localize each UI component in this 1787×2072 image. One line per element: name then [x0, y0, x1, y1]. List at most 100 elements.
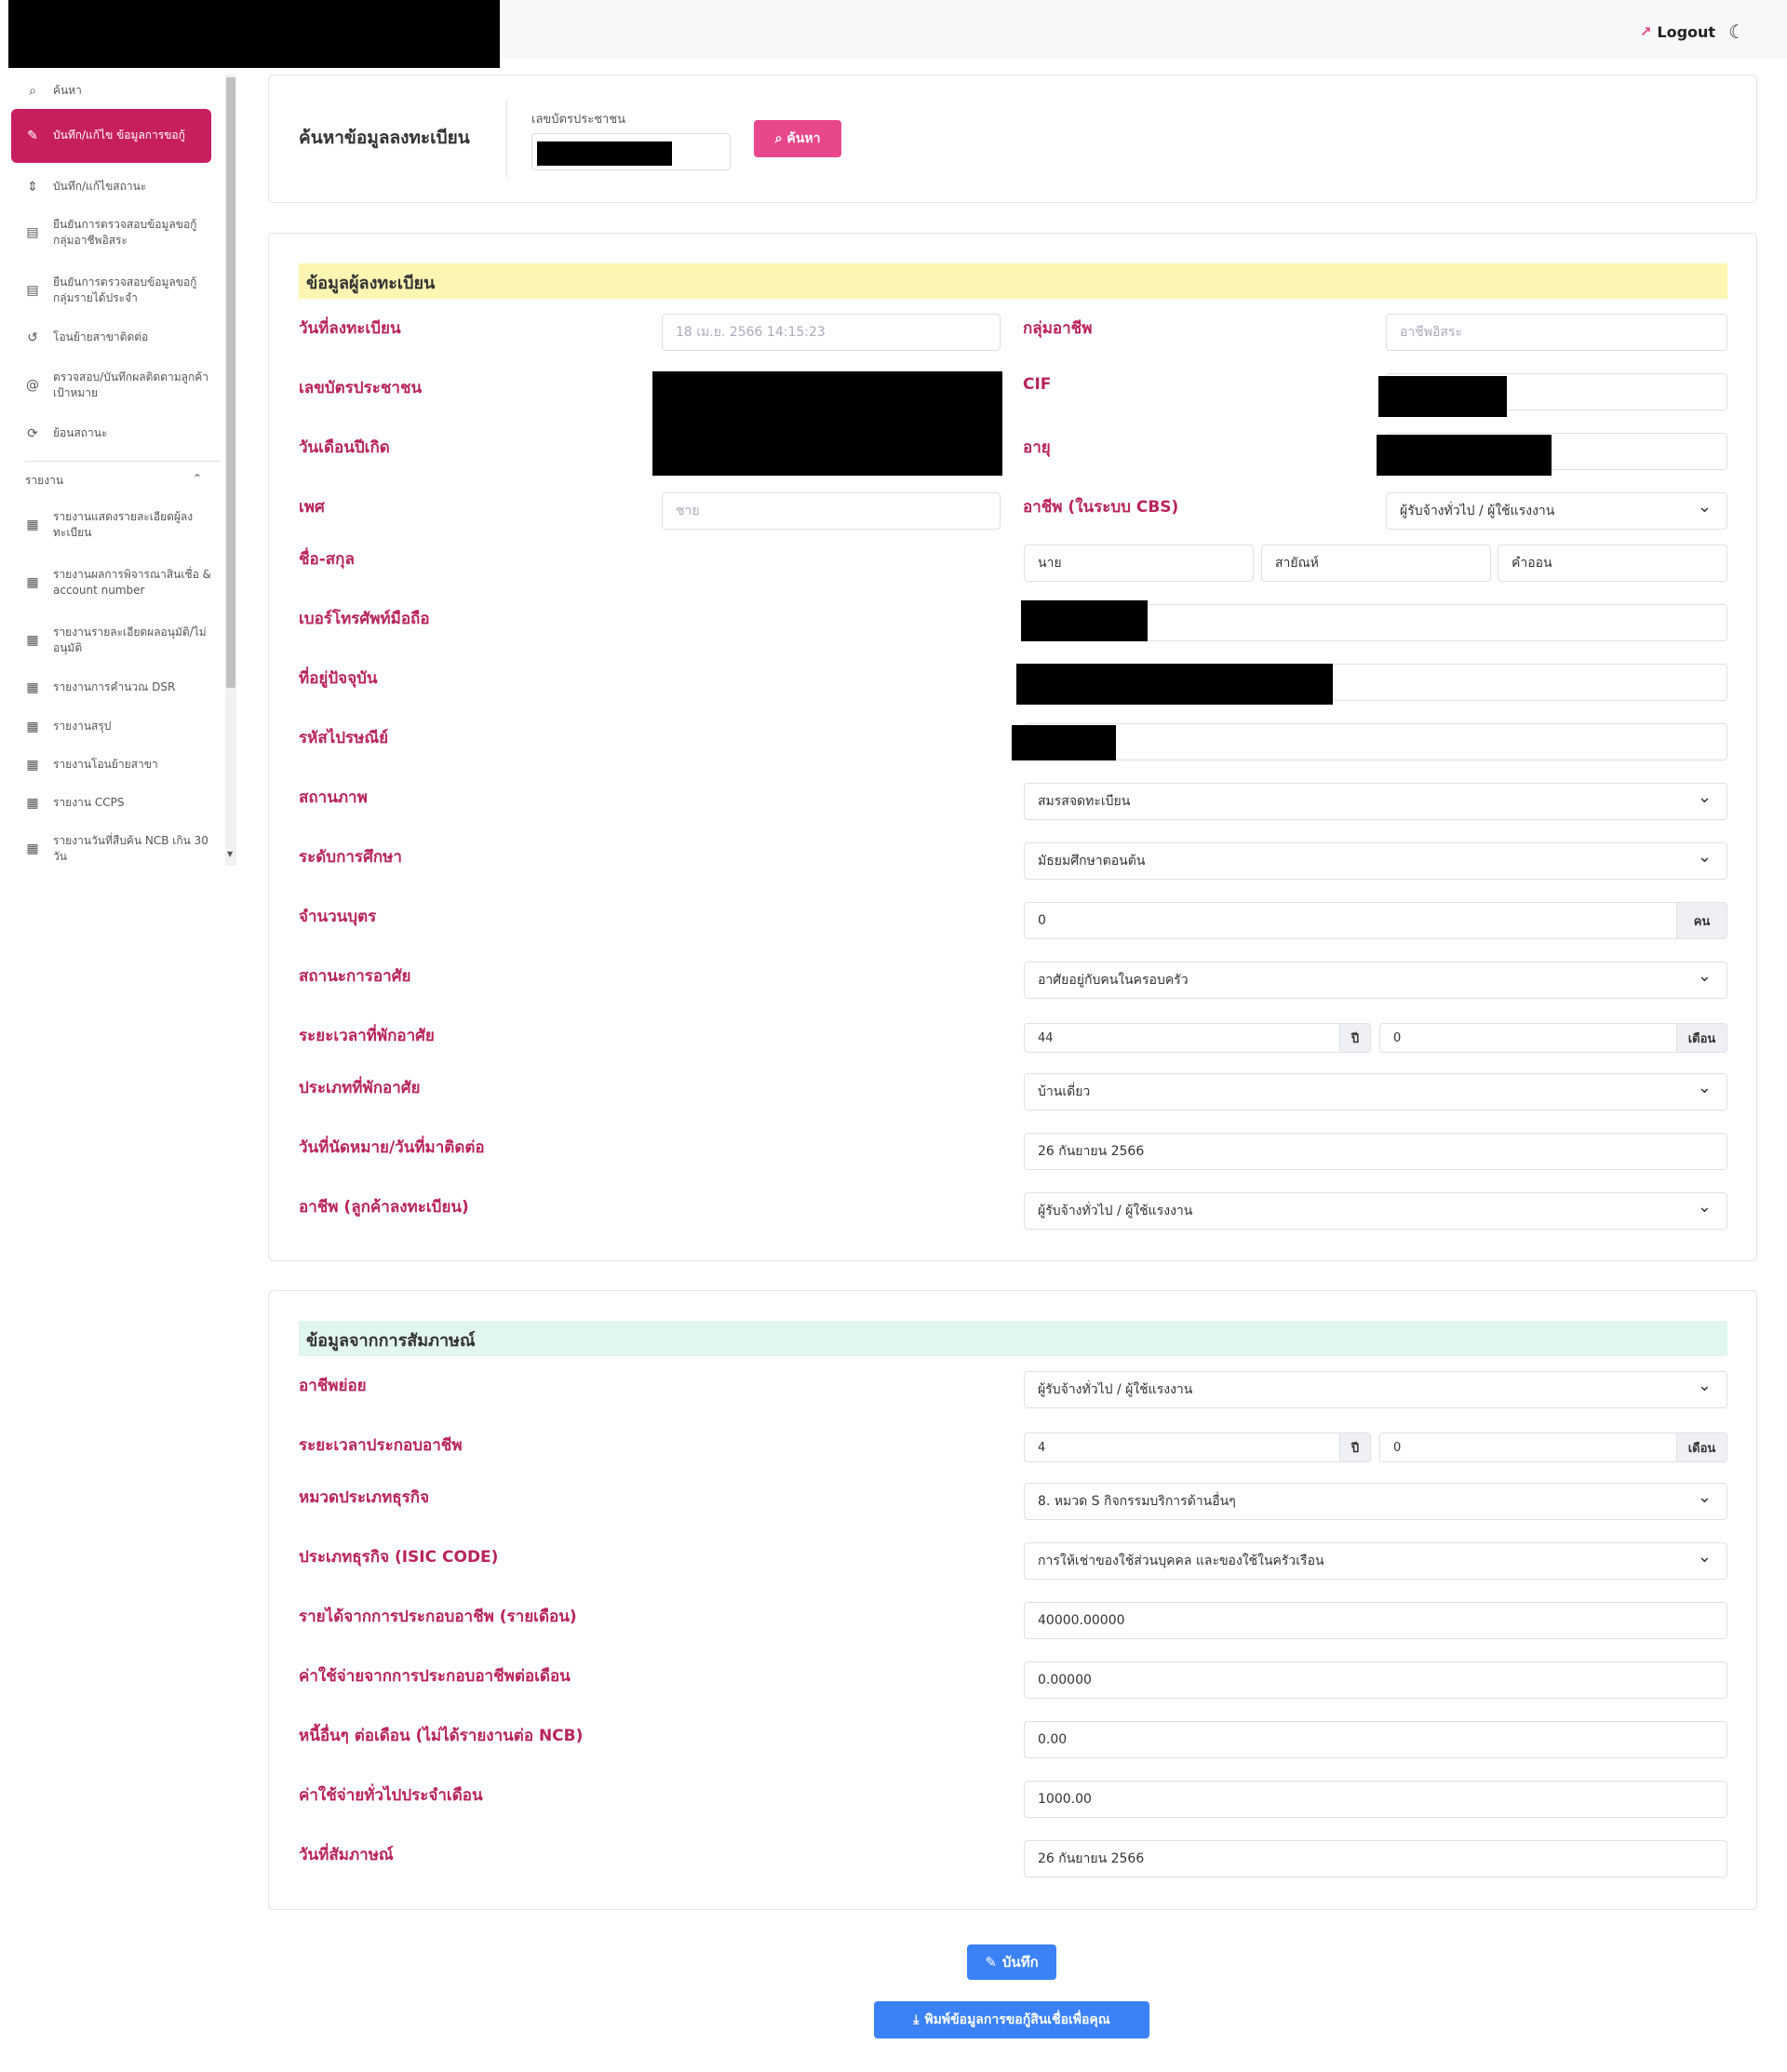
external-link-icon: ↗	[1639, 23, 1652, 40]
chart-icon: ▦	[26, 795, 39, 811]
sidebar-item-confirm-salaried[interactable]: ▤ ยืนยันการตรวจสอบข้อมูลขอกู้ กลุ่มรายได…	[8, 267, 219, 314]
sidebar-item-label: รายงานวันที่สืบค้น NCB เกิน 30 วัน	[53, 833, 208, 863]
marital-select[interactable]: สมรสจดทะเบียน	[1024, 783, 1727, 820]
sidebar-report-registrants[interactable]: ▦ รายงานแสดงรายละเอียดผู้ลงทะเบียน	[8, 502, 219, 548]
gender-field: ชาย	[662, 492, 1001, 530]
registrant-card: ข้อมูลผู้ลงทะเบียน วันที่ลงทะเบียน 18 เม…	[268, 233, 1757, 1261]
print-button[interactable]: ⤓ พิมพ์ข้อมูลการขอกู้สินเชื่อเพื่อคุณ	[874, 2001, 1149, 2038]
cif-label: CIF	[1023, 375, 1052, 394]
sidebar-item-search[interactable]: ⌕ ค้นหา	[8, 77, 219, 105]
sidebar-item-label: ยืนยันการตรวจสอบข้อมูลขอกู้ กลุ่มอาชีพอิ…	[53, 217, 197, 247]
sidebar-item-transfer-branch[interactable]: ↺ โอนย้ายสาขาติดต่อ	[8, 321, 219, 355]
business-category-select[interactable]: 8. หมวด S กิจกรรมบริการด้านอื่นๆ	[1024, 1483, 1727, 1520]
title-field[interactable]: นาย	[1024, 545, 1254, 582]
chevron-up-icon: ⌃	[192, 472, 202, 485]
education-label: ระดับการศึกษา	[299, 848, 402, 867]
search-button[interactable]: ⌕ ค้นหา	[754, 120, 841, 157]
business-expense-field[interactable]: 0.00000	[1024, 1662, 1727, 1699]
save-button[interactable]: ✎ บันทึก	[967, 1944, 1056, 1980]
isic-select[interactable]: การให้เช่าของใช้ส่วนบุคคล และของใช้ในครั…	[1024, 1542, 1727, 1580]
sub-occupation-label: อาชีพย่อย	[299, 1377, 367, 1395]
interview-date-field[interactable]: 26 กันยายน 2566	[1024, 1840, 1727, 1877]
address-label: ที่อยู่ปัจจุบัน	[299, 669, 378, 688]
postcode-field[interactable]	[1024, 723, 1727, 760]
sidebar-item-confirm-freelance[interactable]: ▤ ยืนยันการตรวจสอบข้อมูลขอกู้ กลุ่มอาชีพ…	[8, 209, 219, 256]
sidebar-item-label: รายงานสรุป	[53, 720, 112, 733]
sidebar-report-credit-result[interactable]: ▦ รายงานผลการพิจารณาสินเชื่อ & account n…	[8, 559, 219, 606]
redacted-age	[1377, 435, 1552, 476]
work-months-field[interactable]: 0	[1379, 1433, 1677, 1462]
marital-label: สถานภาพ	[299, 788, 368, 807]
other-debt-field[interactable]: 0.00	[1024, 1721, 1727, 1758]
residence-status-select[interactable]: อาศัยอยู่กับคนในครอบครัว	[1024, 962, 1727, 999]
sidebar-report-ccps[interactable]: ▦ รายงาน CCPS	[8, 787, 219, 820]
sidebar-item-followup[interactable]: @ ตรวจสอบ/บันทึกผลติดตามลูกค้าเป้าหมาย	[8, 362, 219, 409]
sidebar-report-dsr[interactable]: ▦ รายงานการคำนวณ DSR	[8, 671, 219, 705]
months-unit: เดือน	[1676, 1433, 1727, 1462]
residence-months-field[interactable]: 0	[1379, 1023, 1677, 1053]
sidebar-item-label: บันทึก/แก้ไข ข้อมูลการขอกู้	[53, 128, 185, 142]
name-label: ชื่อ-สกุล	[299, 550, 355, 569]
chart-icon: ▦	[26, 679, 39, 695]
work-duration-label: ระยะเวลาประกอบอาชีพ	[299, 1436, 463, 1455]
business-category-label: หมวดประเภทธุรกิจ	[299, 1488, 430, 1507]
residence-type-select[interactable]: บ้านเดี่ยว	[1024, 1073, 1727, 1110]
months-unit: เดือน	[1676, 1023, 1727, 1053]
years-unit: ปี	[1339, 1433, 1371, 1462]
redacted-id	[537, 141, 672, 166]
occupation-reg-select[interactable]: ผู้รับจ้างทั่วไป / ผู้ใช้แรงงาน	[1024, 1192, 1727, 1230]
children-unit: คน	[1676, 902, 1727, 939]
sidebar-report-approval[interactable]: ▦ รายงานรายละเอียดผลอนุมัติ/ไม่อนุมัติ	[8, 617, 219, 664]
sidebar-scroll-thumb[interactable]	[226, 77, 235, 688]
residence-status-label: สถานะการอาศัย	[299, 967, 411, 986]
search-card: ค้นหาข้อมูลลงทะเบียน เลขบัตรประชาชน ⌕ ค้…	[268, 74, 1757, 203]
sidebar-item-revert-status[interactable]: ⟳ ย้อนสถานะ	[8, 417, 219, 451]
interview-card: ข้อมูลจากการสัมภาษณ์ อาชีพย่อย ผู้รับจ้า…	[268, 1290, 1757, 1910]
sidebar-section-reports[interactable]: รายงาน ⌃	[25, 472, 202, 490]
children-field[interactable]: 0	[1024, 902, 1677, 939]
sub-occupation-select[interactable]: ผู้รับจ้างทั่วไป / ผู้ใช้แรงงาน	[1024, 1371, 1727, 1408]
redacted-postcode	[1012, 725, 1116, 760]
sort-icon: ⇕	[27, 179, 38, 195]
chart-icon: ▦	[26, 841, 39, 856]
moon-icon[interactable]: ☾	[1728, 20, 1745, 43]
sidebar-report-ncb[interactable]: ▦ รายงานวันที่สืบค้น NCB เกิน 30 วัน	[8, 826, 219, 872]
redacted-address	[1016, 664, 1333, 705]
general-expense-field[interactable]: 1000.00	[1024, 1781, 1727, 1818]
residence-duration-label: ระยะเวลาที่พักอาศัย	[299, 1027, 435, 1045]
search-field-label: เลขบัตรประชาชน	[531, 113, 626, 127]
refresh-icon: ⟳	[27, 425, 38, 441]
last-name-field[interactable]: คำออน	[1498, 545, 1727, 582]
search-icon: ⌕	[774, 131, 783, 146]
education-select[interactable]: มัธยมศึกษาตอนต้น	[1024, 842, 1727, 880]
registrant-section-title: ข้อมูลผู้ลงทะเบียน	[299, 263, 1727, 299]
id-card-search-input[interactable]	[531, 133, 731, 170]
appointment-date-field[interactable]: 26 กันยายน 2566	[1024, 1133, 1727, 1170]
sidebar-report-summary[interactable]: ▦ รายงานสรุป	[8, 710, 219, 744]
sidebar-item-label: ย้อนสถานะ	[53, 426, 108, 440]
sidebar-item-edit-status[interactable]: ⇕ บันทึก/แก้ไขสถานะ	[8, 170, 219, 204]
save-button-label: บันทึก	[1001, 1954, 1039, 1971]
income-field[interactable]: 40000.00000	[1024, 1602, 1727, 1639]
chart-icon: ▦	[26, 719, 39, 734]
sidebar-item-edit-loan[interactable]: ✎ บันทึก/แก้ไข ข้อมูลการขอกู้	[11, 109, 211, 163]
first-name-field[interactable]: สายัณห์	[1261, 545, 1491, 582]
occupation-cbs-label: อาชีพ (ในระบบ CBS)	[1023, 498, 1179, 517]
redacted-cif	[1378, 376, 1507, 417]
chart-icon: ▦	[26, 517, 39, 532]
scroll-down-arrow-icon[interactable]: ▼	[227, 850, 233, 858]
at-icon: @	[26, 377, 39, 393]
residence-years-field[interactable]: 44	[1024, 1023, 1340, 1053]
search-divider	[506, 101, 507, 178]
work-years-field[interactable]: 4	[1024, 1433, 1340, 1462]
occupation-group-field: อาชีพอิสระ	[1386, 314, 1727, 351]
search-title: ค้นหาข้อมูลลงทะเบียน	[299, 128, 470, 148]
sidebar-item-label: รายงานการคำนวณ DSR	[53, 680, 176, 694]
occupation-cbs-select[interactable]: ผู้รับจ้างทั่วไป / ผู้ใช้แรงงาน	[1386, 492, 1727, 530]
sidebar-divider	[25, 461, 221, 462]
sidebar-report-branch-transfer[interactable]: ▦ รายงานโอนย้ายสาขา	[8, 748, 219, 782]
sidebar-item-label: รายงานโอนย้ายสาขา	[53, 758, 158, 772]
residence-type-label: ประเภทที่พักอาศัย	[299, 1079, 421, 1097]
business-expense-label: ค่าใช้จ่ายจากการประกอบอาชีพต่อเดือน	[299, 1667, 571, 1686]
logout-button[interactable]: ↗ Logout	[1640, 23, 1715, 41]
